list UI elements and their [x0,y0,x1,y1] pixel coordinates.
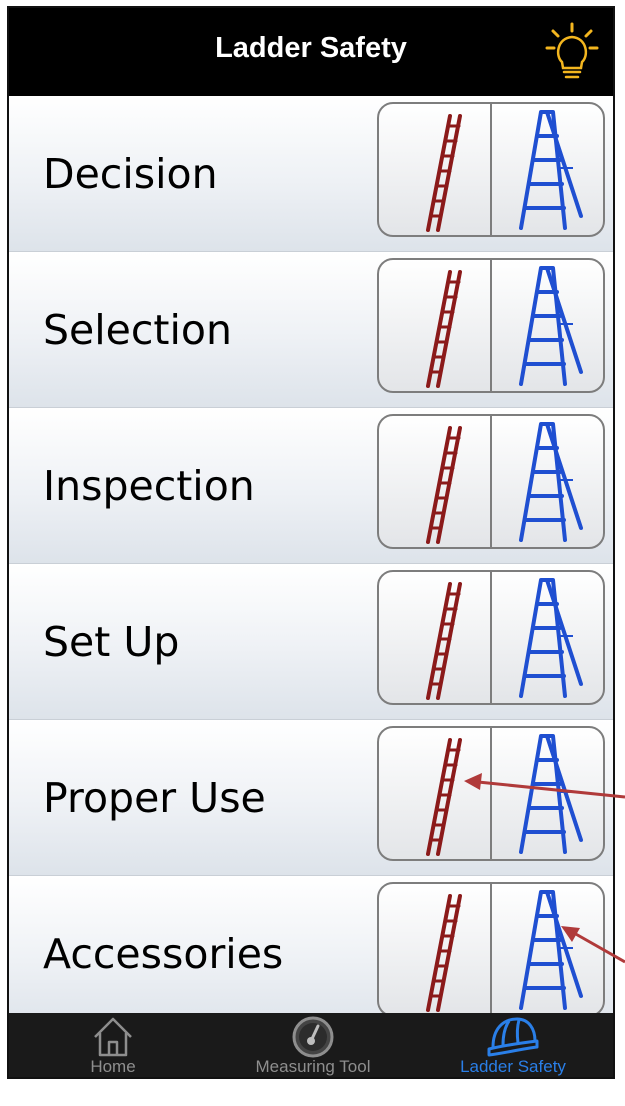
list-row-selection: Selection [9,252,613,408]
ladder-type-selector [377,570,605,705]
row-label: Decision [43,149,218,198]
gauge-icon [292,1016,334,1058]
tab-bar: Home Measuring Tool Ladder Safety [9,1013,613,1077]
extension-ladder-button[interactable] [379,572,490,703]
row-label: Inspection [43,461,255,510]
step-ladder-icon [518,889,583,1010]
tab-measuring-tool[interactable]: Measuring Tool [213,1013,413,1077]
extension-ladder-button[interactable] [379,416,490,547]
extension-ladder-button[interactable] [379,104,490,235]
row-label: Selection [43,305,232,354]
app-frame: Ladder Safety Decision Selection Inspect… [7,6,615,1079]
ladder-type-selector [377,726,605,861]
row-label: Set Up [43,617,180,666]
extension-ladder-button[interactable] [379,728,490,859]
step-ladder-button[interactable] [490,884,603,1015]
hard-hat-icon [487,1017,539,1057]
ladder-type-selector [377,414,605,549]
list-row-accessories: Accessories [9,876,613,1032]
step-ladder-icon [518,577,583,698]
extension-ladder-button[interactable] [379,260,490,391]
page-title: Ladder Safety [215,32,407,64]
step-ladder-button[interactable] [490,416,603,547]
tab-home[interactable]: Home [13,1013,213,1077]
ladder-type-selector [377,882,605,1017]
extension-ladder-icon [425,113,462,232]
list-row-set-up: Set Up [9,564,613,720]
extension-ladder-icon [425,269,462,388]
step-ladder-icon [518,421,583,542]
extension-ladder-icon [425,425,462,544]
ladder-type-selector [377,102,605,237]
navigation-bar: Ladder Safety [9,8,613,96]
step-ladder-icon [518,109,583,230]
step-ladder-icon [518,733,583,854]
tab-label: Ladder Safety [460,1057,566,1076]
row-label: Proper Use [43,773,266,822]
ladder-type-selector [377,258,605,393]
extension-ladder-icon [425,893,462,1012]
step-ladder-button[interactable] [490,104,603,235]
home-icon [94,1017,132,1057]
tab-ladder-safety[interactable]: Ladder Safety [413,1013,613,1077]
list-row-decision: Decision [9,96,613,252]
step-ladder-icon [518,265,583,386]
row-label: Accessories [43,929,284,978]
list-row-inspection: Inspection [9,408,613,564]
topic-list: Decision Selection Inspection Set Up Pro… [9,96,613,1032]
tab-label: Home [90,1057,136,1076]
extension-ladder-icon [425,581,462,700]
list-row-proper-use: Proper Use [9,720,613,876]
extension-ladder-icon [425,737,462,856]
step-ladder-button[interactable] [490,572,603,703]
lightbulb-icon[interactable] [545,22,599,84]
extension-ladder-button[interactable] [379,884,490,1015]
tab-label: Measuring Tool [255,1057,371,1076]
step-ladder-button[interactable] [490,260,603,391]
step-ladder-button[interactable] [490,728,603,859]
